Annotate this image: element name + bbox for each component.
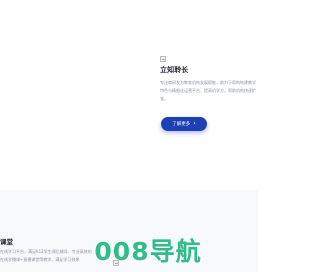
page: 立知聆长 专注商研发为教育机构发展赋能，助力于帮构构建教学特色与精细化运营平台，…: [0, 0, 258, 272]
learn-more-button[interactable]: 了解更多 ›: [161, 117, 207, 131]
classroom-description: 在线学习平台，满足K12学生课后辅导、专业高效的在线学播课+直播课堂等教学，满足…: [0, 249, 92, 262]
classroom-image-placeholder: [113, 260, 119, 266]
chevron-right-icon: ›: [193, 120, 196, 127]
classroom-title: 课堂: [0, 238, 13, 246]
learn-more-label: 了解更多: [172, 122, 191, 127]
feature-description: 专注商研发为教育机构发展赋能，助力于帮构构建教学特色与精细化运营平台，提高机学方…: [160, 80, 256, 101]
feature-title: 立知聆长: [160, 66, 189, 74]
feature-image-placeholder: [160, 56, 166, 62]
